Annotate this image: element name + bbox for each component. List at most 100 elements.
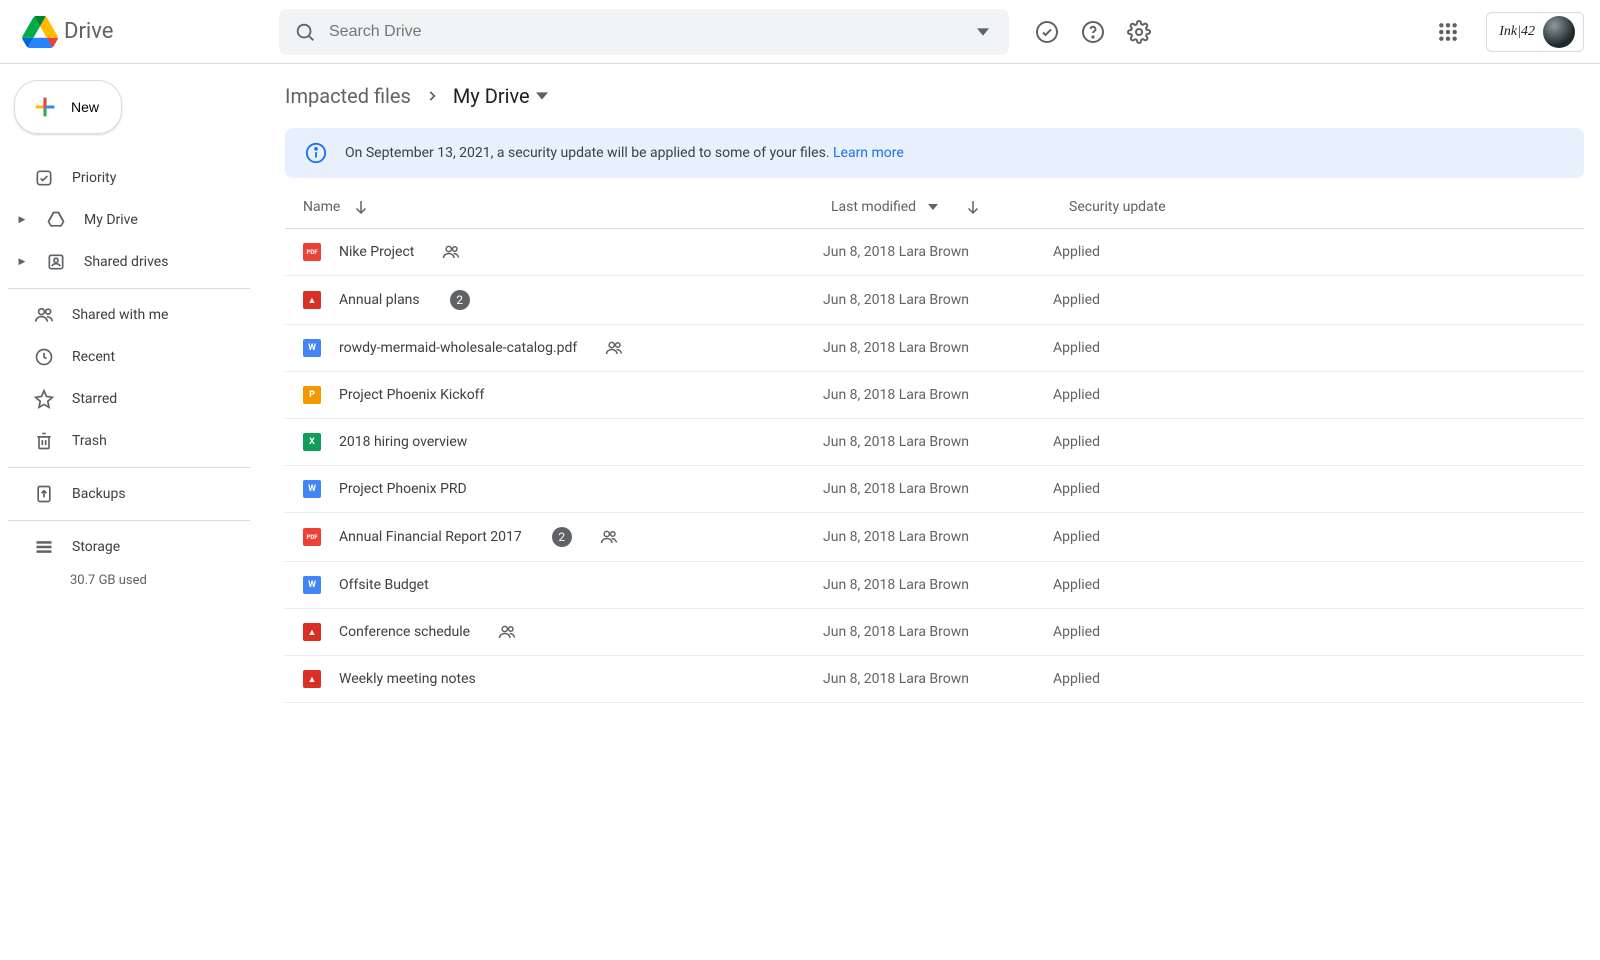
modified-cell: Jun 8, 2018 Lara Brown	[823, 624, 1053, 640]
table-row[interactable]: ▲Conference scheduleJun 8, 2018 Lara Bro…	[285, 609, 1584, 656]
new-button[interactable]: New	[14, 80, 122, 134]
doc-file-icon: W	[303, 480, 321, 498]
chevron-down-icon[interactable]	[928, 202, 938, 212]
sidebar-item-my-drive[interactable]: ▶ My Drive	[8, 200, 250, 240]
table-row[interactable]: W Project Phoenix PRD Jun 8, 2018 Lara Bro…	[285, 466, 1584, 513]
chevron-right-icon	[425, 89, 439, 103]
column-modified-label: Last modified	[831, 199, 916, 215]
file-name-cell: ▲Annual plans2	[303, 290, 823, 310]
search-icon[interactable]	[293, 20, 317, 44]
expand-icon[interactable]: ▶	[16, 257, 28, 267]
table-row[interactable]: PDFNike ProjectJun 8, 2018 Lara BrownApp…	[285, 229, 1584, 276]
sidebar-item-label: Shared drives	[84, 254, 168, 270]
sidebar-item-backups[interactable]: Backups	[8, 474, 250, 514]
table-row[interactable]: Wrowdy-mermaid-wholesale-catalog.pdfJun …	[285, 325, 1584, 372]
sidebar-item-label: Trash	[72, 433, 107, 449]
sidebar-item-label: Backups	[72, 486, 126, 502]
shared-drives-icon	[46, 252, 66, 272]
modified-cell: Jun 8, 2018 Lara Brown	[823, 577, 1053, 593]
expand-icon[interactable]: ▶	[16, 215, 28, 225]
security-status-cell: Applied	[1053, 577, 1584, 593]
table-row[interactable]: ▲ Weekly meeting notes Jun 8, 2018 Lara Br…	[285, 656, 1584, 703]
file-name-cell: X2018 hiring overview	[303, 433, 823, 451]
drive-icon	[46, 210, 66, 230]
table-row[interactable]: PDFAnnual Financial Report 20172Jun 8, 2…	[285, 513, 1584, 562]
sidebar-item-label: Starred	[72, 391, 117, 407]
security-status-cell: Applied	[1053, 624, 1584, 640]
file-list: PDFNike ProjectJun 8, 2018 Lara BrownApp…	[285, 229, 1584, 703]
file-name-cell: Wrowdy-mermaid-wholesale-catalog.pdf	[303, 339, 823, 357]
offline-ready-icon[interactable]	[1035, 20, 1059, 44]
sort-arrow-down-icon[interactable]	[964, 198, 982, 216]
header-actions	[1035, 20, 1151, 44]
modified-cell: Jun 8, 2018 Lara Brown	[823, 387, 1053, 403]
sheet-file-icon: X	[303, 433, 321, 451]
sidebar-item-label: My Drive	[84, 212, 138, 228]
count-badge: 2	[450, 290, 470, 310]
star-icon	[34, 389, 54, 409]
modified-cell: Jun 8, 2018 Lara Brown	[823, 481, 1053, 497]
storage-detail: 30.7 GB used	[8, 573, 250, 588]
shared-icon	[498, 623, 516, 641]
banner-message: On September 13, 2021, a security update…	[345, 145, 833, 161]
chevron-down-icon[interactable]	[536, 90, 548, 102]
file-name: Project Phoenix PRD	[339, 481, 467, 497]
apps-grid-icon[interactable]	[1436, 20, 1460, 44]
table-row[interactable]: WOffsite BudgetJun 8, 2018 Lara BrownApp…	[285, 562, 1584, 609]
modified-cell: Jun 8, 2018 Lara Brown	[823, 244, 1053, 260]
priority-icon	[34, 168, 54, 188]
search-options-dropdown-icon[interactable]	[971, 20, 995, 44]
main-content: Impacted files My Drive On September 13,…	[260, 64, 1600, 703]
file-name: Conference schedule	[339, 624, 470, 640]
security-status-cell: Applied	[1053, 671, 1584, 687]
sidebar-item-starred[interactable]: Starred	[8, 379, 250, 419]
column-security[interactable]: Security update	[1069, 199, 1584, 215]
clock-icon	[34, 347, 54, 367]
backups-icon	[34, 484, 54, 504]
breadcrumb-current[interactable]: My Drive	[453, 84, 548, 108]
column-modified[interactable]: Last modified	[831, 198, 1061, 216]
search-bar[interactable]	[279, 9, 1009, 55]
modified-cell: Jun 8, 2018 Lara Brown	[823, 671, 1053, 687]
slide-file-icon: P	[303, 386, 321, 404]
avatar-icon	[1543, 16, 1575, 48]
file-name: Annual Financial Report 2017	[339, 529, 522, 545]
info-banner: On September 13, 2021, a security update…	[285, 128, 1584, 178]
file-name: Project Phoenix Kickoff	[339, 387, 484, 403]
column-name[interactable]: Name	[303, 198, 823, 216]
sidebar-item-storage[interactable]: Storage	[8, 527, 250, 567]
sidebar-item-priority[interactable]: Priority	[8, 158, 250, 198]
table-row[interactable]: ▲Annual plans2Jun 8, 2018 Lara BrownAppl…	[285, 276, 1584, 325]
file-name: Weekly meeting notes	[339, 671, 476, 687]
account-chip[interactable]: Ink|42	[1486, 12, 1584, 52]
modified-cell: Jun 8, 2018 Lara Brown	[823, 434, 1053, 450]
sidebar-item-shared-drives[interactable]: ▶ Shared drives	[8, 242, 250, 282]
security-status-cell: Applied	[1053, 244, 1584, 260]
trash-icon	[34, 431, 54, 451]
help-icon[interactable]	[1081, 20, 1105, 44]
plus-icon	[31, 93, 59, 121]
banner-text: On September 13, 2021, a security update…	[345, 145, 904, 161]
sidebar-item-recent[interactable]: Recent	[8, 337, 250, 377]
table-row[interactable]: P Project Phoenix Kickoff Jun 8, 2018 Lara…	[285, 372, 1584, 419]
sidebar-item-trash[interactable]: Trash	[8, 421, 250, 461]
pdf-file-icon: PDF	[303, 528, 321, 546]
file-name-cell: W Project Phoenix PRD	[303, 480, 823, 498]
modified-cell: Jun 8, 2018 Lara Brown	[823, 340, 1053, 356]
search-input[interactable]	[329, 23, 971, 41]
sidebar-item-shared-with-me[interactable]: Shared with me	[8, 295, 250, 335]
banner-learn-more-link[interactable]: Learn more	[833, 145, 904, 161]
product-logo[interactable]: Drive	[16, 16, 271, 48]
security-status-cell: Applied	[1053, 340, 1584, 356]
info-icon	[305, 142, 327, 164]
img-file-icon: ▲	[303, 670, 321, 688]
modified-cell: Jun 8, 2018 Lara Brown	[823, 292, 1053, 308]
table-header: Name Last modified Security update	[285, 184, 1584, 229]
breadcrumb-root[interactable]: Impacted files	[285, 84, 411, 108]
table-row[interactable]: X2018 hiring overviewJun 8, 2018 Lara Br…	[285, 419, 1584, 466]
modified-cell: Jun 8, 2018 Lara Brown	[823, 529, 1053, 545]
file-name-cell: ▲Conference schedule	[303, 623, 823, 641]
file-name: rowdy-mermaid-wholesale-catalog.pdf	[339, 340, 577, 356]
settings-gear-icon[interactable]	[1127, 20, 1151, 44]
sort-arrow-down-icon[interactable]	[352, 198, 370, 216]
